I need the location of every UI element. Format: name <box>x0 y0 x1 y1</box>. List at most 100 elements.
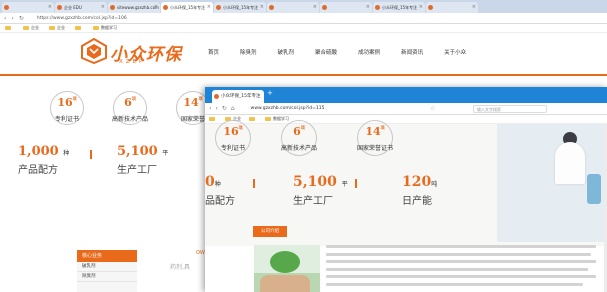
close-icon[interactable]: × <box>101 2 105 13</box>
site-favicon-icon <box>269 5 274 10</box>
close-icon[interactable]: × <box>366 2 370 13</box>
close-icon[interactable]: × <box>48 2 52 13</box>
stat-circle-patents: 16项 专利证书 <box>215 120 251 156</box>
close-icon[interactable]: × <box>313 2 317 13</box>
stat-circle-honors: 14项 国家荣誉证书 <box>357 120 393 156</box>
stat-label: 国家荣誉 <box>180 116 206 123</box>
stat-formulas-label: 品配方 <box>205 196 235 207</box>
stat-factory-number: 5,100 平 <box>293 174 348 190</box>
browser-tab[interactable]: × <box>320 2 372 13</box>
bookmark-label: 数据学习 <box>273 116 289 121</box>
browser-tab[interactable]: × <box>426 2 478 13</box>
company-intro-tab[interactable]: 公司介绍 <box>253 226 287 237</box>
company-logo-icon[interactable] <box>80 38 108 64</box>
text-line <box>326 252 591 256</box>
browser-tab[interactable]: × <box>267 2 319 13</box>
stat-unit: 平 <box>341 181 348 188</box>
site-favicon-icon <box>110 5 115 10</box>
nav-polymeric-sulfate[interactable]: 聚合硫酸 <box>315 48 337 56</box>
nav-deodorant[interactable]: 除臭剂 <box>240 48 257 56</box>
url-field[interactable]: https://www.gzxzhb.com/col.jsp?id=106 <box>37 16 127 21</box>
nav-home[interactable]: 首页 <box>208 48 219 56</box>
stat-number-value: 0 <box>205 174 215 190</box>
stat-formulas-label: 产品配方 <box>18 165 58 176</box>
new-tab-icon[interactable]: + <box>267 89 273 97</box>
site-favicon-icon <box>163 5 168 10</box>
folder-icon <box>249 117 255 121</box>
bookmark-star-icon[interactable]: ☆ <box>430 105 435 112</box>
tab-title: 企业 EDU <box>64 5 82 10</box>
bookmark-item[interactable] <box>5 26 13 30</box>
front-address-bar: ‹ › ↻ ⌂ www.gzxzhb.com/col.jsp?id=115 ☆ … <box>205 103 607 115</box>
reload-icon[interactable]: ↻ <box>222 103 227 114</box>
reload-icon[interactable]: ↻ <box>19 13 24 24</box>
menu-item-demulsifier[interactable]: 破乳剂 <box>77 262 137 272</box>
close-icon[interactable]: × <box>472 2 476 13</box>
tab-title: 小众环保_15年专注 <box>170 5 206 10</box>
site-favicon-icon <box>214 94 219 99</box>
bookmark-item[interactable]: 数据学习 <box>93 25 117 31</box>
stat-number-value: 14 <box>365 125 381 138</box>
folder-icon <box>209 117 215 121</box>
stat-number-value: 14 <box>183 96 199 109</box>
stat-number-value: 6 <box>293 125 301 138</box>
menu-item-deodorant[interactable]: 除臭剂 <box>77 272 137 282</box>
stat-unit: 项 <box>238 125 243 130</box>
close-icon[interactable]: × <box>419 2 423 13</box>
bookmark-item[interactable]: 企业 <box>23 25 39 31</box>
forward-arrow-icon[interactable]: › <box>11 13 13 24</box>
folder-icon <box>265 117 271 121</box>
stat-number-value: 120 <box>402 174 432 190</box>
stat-label: 专利证书 <box>54 116 80 123</box>
bookmark-item[interactable]: 数据学习 <box>265 116 289 122</box>
stat-unit: 项 <box>72 96 77 101</box>
scientist-shape <box>555 142 585 184</box>
bookmark-item[interactable] <box>75 26 83 30</box>
browser-tab[interactable]: sitewww.gzxzhb.com × <box>108 2 160 13</box>
site-favicon-icon <box>57 5 62 10</box>
browser-tab-active[interactable]: 小众环保_15年专注 × <box>161 2 213 13</box>
nav-demulsifier[interactable]: 破乳剂 <box>278 48 295 56</box>
stat-number: 16项 <box>51 96 83 109</box>
back-arrow-icon[interactable]: ‹ <box>209 103 211 114</box>
browser-tab[interactable]: 企业 EDU × <box>55 2 107 13</box>
stat-divider <box>355 179 357 188</box>
tab-title: 小众环保_15年专注 <box>221 94 261 99</box>
stat-circle-hightech: 6项 高新技术产品 <box>112 91 148 125</box>
bookmark-item[interactable] <box>249 117 257 121</box>
lab-bottle-shape <box>587 174 601 204</box>
stat-factory-label: 生产工厂 <box>117 165 157 176</box>
stat-number-value: 5,100 <box>117 144 158 159</box>
stat-formulas-number: 1,000 种 <box>18 144 69 159</box>
bookmark-item[interactable] <box>209 117 217 121</box>
close-icon[interactable]: × <box>260 2 264 13</box>
browser-tab[interactable]: 小众环保_15年专注 × <box>214 2 266 13</box>
section-heading-fragment: OW <box>196 250 205 256</box>
site-favicon-icon <box>322 5 327 10</box>
front-bookmarks-bar: 企业 数据学习 <box>205 115 607 124</box>
forward-arrow-icon[interactable]: › <box>215 103 217 114</box>
home-icon[interactable]: ⌂ <box>231 103 235 114</box>
close-icon[interactable]: × <box>154 2 158 13</box>
browser-tab[interactable]: × <box>2 2 54 13</box>
stat-capacity-label: 日产能 <box>402 196 432 207</box>
stat-number-value: 16 <box>57 96 73 109</box>
tab-title: 小众环保_15年专注 <box>223 5 259 10</box>
stat-number: 6项 <box>114 96 146 109</box>
front-browser-window: 小众环保_15年专注 + ‹ › ↻ ⌂ www.gzxzhb.com/col.… <box>205 87 607 292</box>
close-icon[interactable]: × <box>207 2 211 13</box>
browser-tab-active[interactable]: 小众环保_15年专注 <box>212 90 264 103</box>
nav-about[interactable]: 关于小众 <box>444 48 466 56</box>
browser-tab[interactable]: 小众环保_15年专注 × <box>373 2 425 13</box>
stat-number-value: 16 <box>223 125 239 138</box>
bookmark-item[interactable]: 企业 <box>49 25 65 31</box>
stat-divider <box>253 179 255 188</box>
tab-title: sitewww.gzxzhb.com <box>117 5 159 10</box>
nav-cases[interactable]: 成功案例 <box>358 48 380 56</box>
folder-icon <box>75 26 81 30</box>
search-input[interactable]: 输入文字搜索 <box>473 105 547 113</box>
url-field[interactable]: www.gzxzhb.com/col.jsp?id=115 <box>251 106 325 111</box>
nav-news[interactable]: 新闻资讯 <box>401 48 423 56</box>
back-arrow-icon[interactable]: ‹ <box>4 13 6 24</box>
stat-unit: 种 <box>63 150 70 157</box>
